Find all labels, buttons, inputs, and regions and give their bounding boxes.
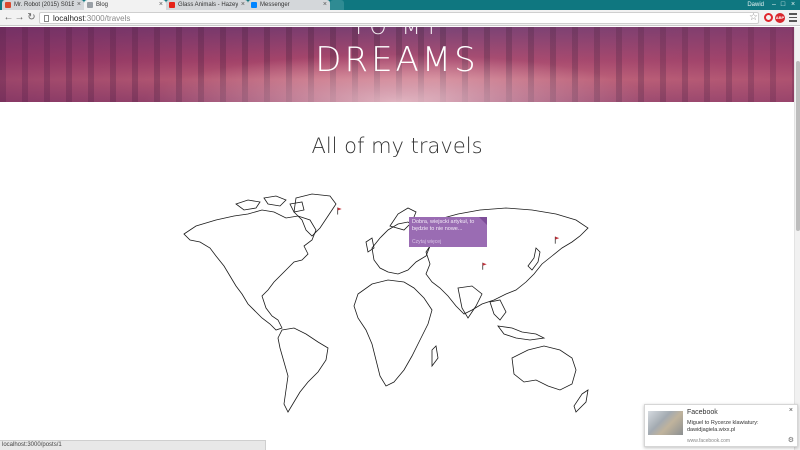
notification-thumbnail bbox=[648, 411, 683, 435]
page-scrollbar[interactable] bbox=[794, 27, 800, 450]
opera-extension-icon[interactable] bbox=[764, 13, 773, 22]
section-heading: All of my travels bbox=[311, 134, 483, 158]
close-window-icon[interactable]: × bbox=[789, 1, 797, 9]
forward-arrow-icon[interactable]: → bbox=[14, 12, 25, 23]
world-map[interactable] bbox=[176, 190, 604, 420]
travel-popup[interactable]: Dobra, wiejscki artykuł, to będzie to ni… bbox=[409, 217, 487, 247]
adblock-extension-icon[interactable]: ABP bbox=[775, 13, 785, 23]
tab-favicon-icon bbox=[5, 2, 11, 8]
bookmark-star-icon[interactable]: ☆ bbox=[749, 10, 758, 26]
continent-north-america bbox=[183, 209, 317, 331]
popup-text: Dobra, wiejscki artykuł, to będzie to ni… bbox=[412, 219, 475, 232]
address-url[interactable]: localhost:3000/travels bbox=[53, 13, 130, 24]
tab-favicon-icon bbox=[87, 2, 93, 8]
tab-favicon-icon bbox=[251, 2, 257, 8]
madagascar bbox=[431, 345, 439, 368]
tab-title: Mr. Robot (2015) S01E0 bbox=[14, 2, 74, 8]
notification-source: www.facebook.com bbox=[687, 438, 731, 444]
scrollbar-thumb[interactable] bbox=[796, 61, 800, 231]
island-uk bbox=[365, 237, 375, 253]
tab-title: Glass Animals - Hazey bbox=[178, 2, 238, 8]
tab-title: Messenger bbox=[260, 2, 290, 8]
continent-greenland bbox=[293, 193, 337, 237]
tab-mr-robot[interactable]: Mr. Robot (2015) S01E0 × bbox=[2, 0, 84, 10]
profile-name[interactable]: Dawid bbox=[747, 0, 764, 10]
page-icon bbox=[44, 15, 49, 22]
indonesia bbox=[497, 325, 546, 341]
url-host: localhost bbox=[53, 14, 85, 23]
southeast-asia bbox=[489, 299, 507, 321]
tab-favicon-icon bbox=[169, 2, 175, 8]
continent-australia bbox=[511, 345, 577, 391]
new-tab-button[interactable] bbox=[330, 0, 344, 10]
close-icon[interactable]: × bbox=[241, 0, 245, 10]
new-zealand bbox=[573, 389, 589, 413]
close-icon[interactable]: × bbox=[159, 0, 163, 10]
hero-top-text: TO MY bbox=[351, 27, 443, 40]
menu-icon[interactable] bbox=[789, 13, 797, 22]
tab-title: Blog bbox=[96, 2, 109, 8]
india bbox=[457, 285, 483, 319]
close-icon[interactable]: × bbox=[789, 407, 793, 414]
gear-icon[interactable]: ⚙ bbox=[788, 436, 794, 444]
notification-body: Miguel to Rycerze klawiatury: dawidjagie… bbox=[687, 420, 759, 433]
tab-blog[interactable]: Blog × bbox=[84, 0, 166, 10]
address-bar[interactable]: localhost:3000/travels bbox=[39, 12, 759, 24]
status-bar: localhost:3000/posts/1 bbox=[0, 440, 266, 450]
hero-title: DREAMS bbox=[315, 40, 479, 80]
continent-africa bbox=[353, 279, 433, 387]
tab-strip: Mr. Robot (2015) S01E0 × Blog × Glass An… bbox=[0, 0, 800, 10]
browser-toolbar: ← → ↻ localhost:3000/travels bbox=[0, 10, 800, 26]
arctic-islands bbox=[235, 195, 305, 213]
marker-greenland[interactable] bbox=[337, 207, 342, 215]
continent-south-america bbox=[277, 327, 329, 413]
tab-messenger[interactable]: Messenger × bbox=[248, 0, 330, 10]
read-more-link[interactable]: Czytaj więcej bbox=[412, 239, 441, 245]
tab-glass-animals[interactable]: Glass Animals - Hazey × bbox=[166, 0, 248, 10]
japan bbox=[527, 247, 541, 271]
maximize-icon[interactable]: □ bbox=[779, 1, 787, 9]
url-path: :3000/travels bbox=[84, 14, 131, 23]
marker-india[interactable] bbox=[482, 262, 487, 270]
notification-title: Facebook bbox=[687, 409, 718, 416]
back-arrow-icon[interactable]: ← bbox=[3, 12, 14, 23]
reload-icon[interactable]: ↻ bbox=[26, 12, 37, 23]
close-icon[interactable]: × bbox=[323, 0, 327, 10]
marker-japan[interactable] bbox=[554, 236, 560, 244]
facebook-notification[interactable]: Facebook Miguel to Rycerze klawiatury: d… bbox=[644, 404, 798, 447]
minimize-icon[interactable]: – bbox=[770, 1, 778, 9]
hero-banner: TO MY DREAMS bbox=[0, 27, 794, 102]
close-icon[interactable]: × bbox=[77, 0, 81, 10]
